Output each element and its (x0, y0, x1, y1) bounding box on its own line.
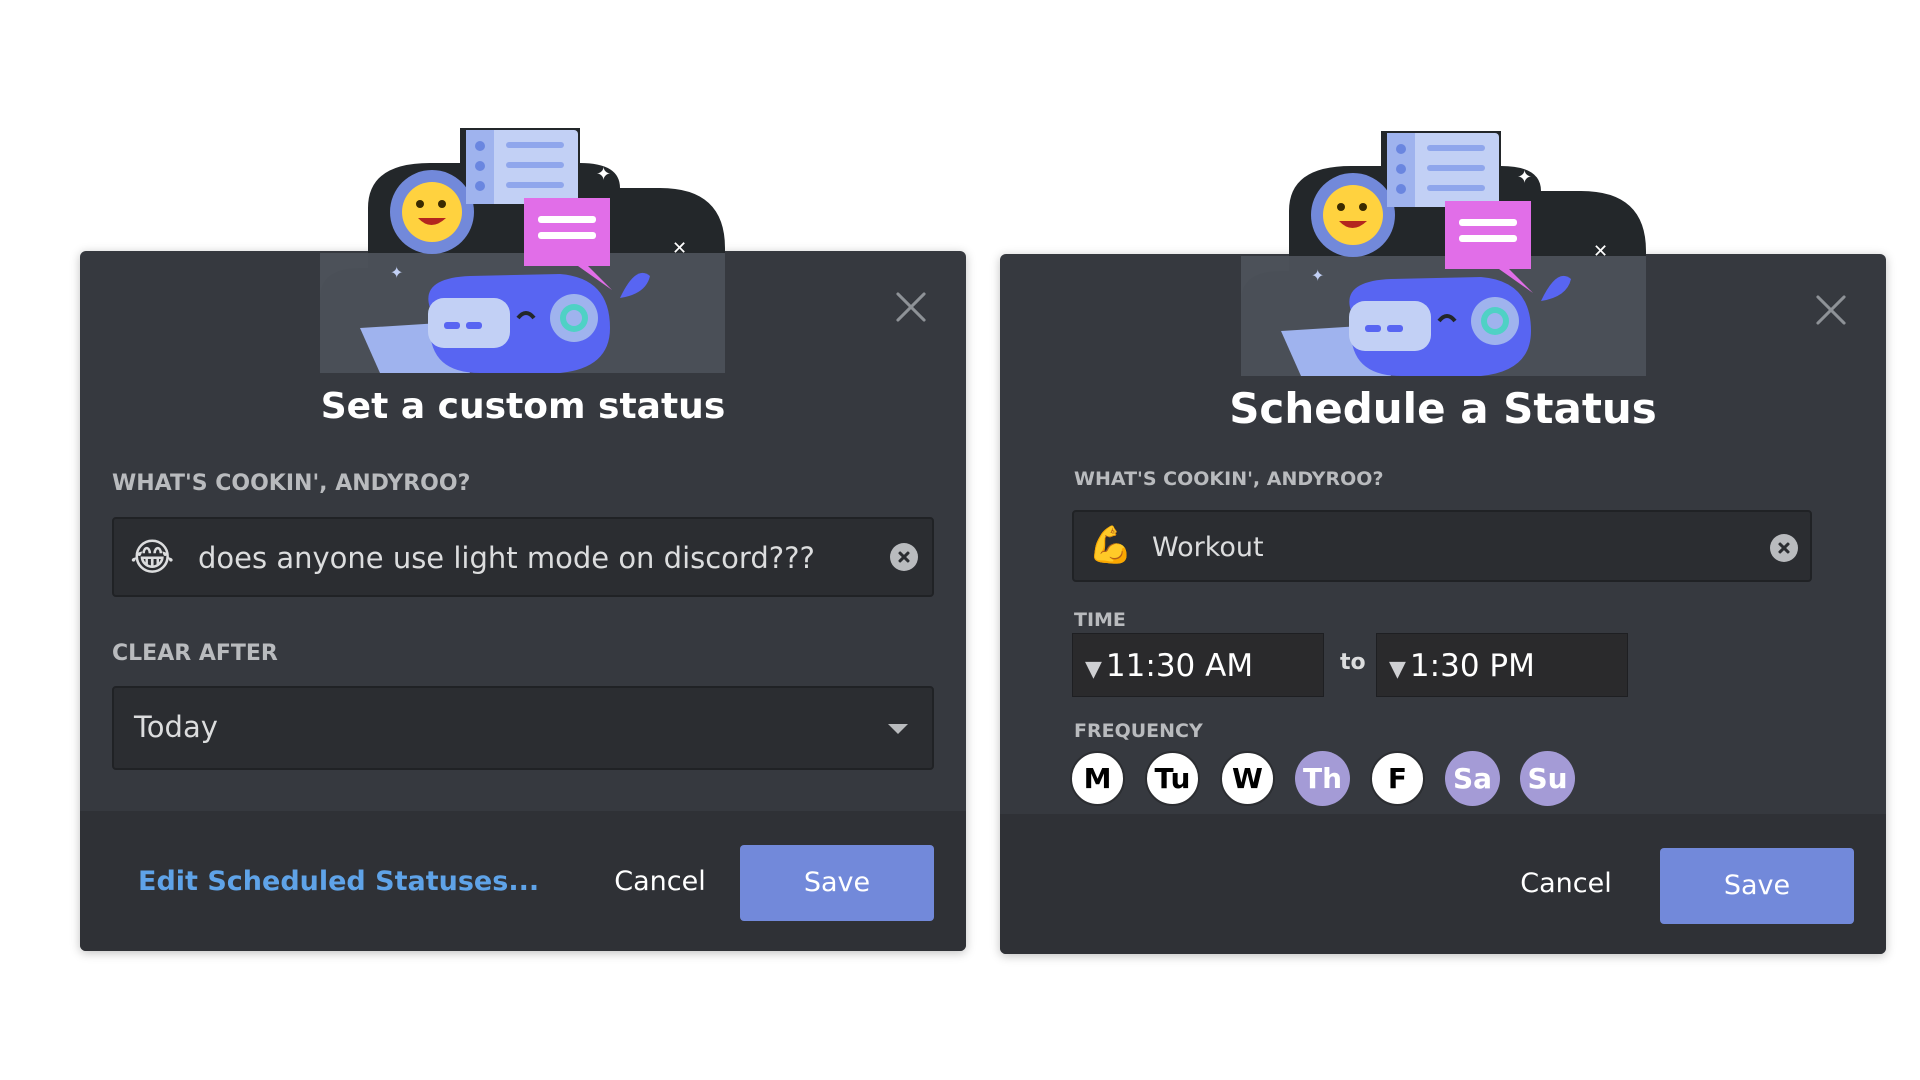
time-label: TIME (1074, 609, 1126, 631)
save-button[interactable]: Save (1660, 848, 1854, 924)
clear-status-icon[interactable] (1770, 534, 1798, 562)
frequency-label: FREQUENCY (1074, 720, 1203, 742)
clear-after-select[interactable]: Today (112, 686, 934, 770)
day-friday[interactable]: F (1370, 751, 1425, 806)
day-wednesday[interactable]: W (1220, 751, 1275, 806)
dialog-title: Schedule a Status (1229, 384, 1657, 433)
svg-text:✕: ✕ (1593, 241, 1608, 262)
time-end-value: 1:30 PM (1409, 648, 1535, 684)
day-monday[interactable]: M (1070, 751, 1125, 806)
time-start-value: 11:30 AM (1105, 648, 1254, 684)
svg-text:✦: ✦ (1311, 266, 1324, 285)
day-saturday[interactable]: Sa (1445, 751, 1500, 806)
time-separator: to (1340, 650, 1366, 675)
triangle-down-icon: ▼ (1389, 657, 1406, 682)
clear-after-label: CLEAR AFTER (112, 641, 278, 666)
close-icon[interactable] (1811, 290, 1851, 330)
cancel-button[interactable]: Cancel (1506, 868, 1626, 899)
dialog-title: Set a custom status (320, 386, 726, 427)
svg-text:✕: ✕ (672, 238, 687, 259)
svg-text:✦: ✦ (390, 263, 403, 282)
status-illustration: ✦ ✕ ✦ (320, 128, 725, 373)
status-label: WHAT'S COOKIN', ANDYROO? (1074, 468, 1384, 490)
close-icon[interactable] (891, 287, 931, 327)
chevron-down-icon (888, 724, 908, 734)
save-button[interactable]: Save (740, 845, 934, 921)
svg-text:✦: ✦ (596, 164, 611, 185)
edit-scheduled-statuses-link[interactable]: Edit Scheduled Statuses... (138, 866, 539, 897)
status-input[interactable]: 💪 Workout (1072, 510, 1812, 582)
status-text: does anyone use light mode on discord??? (198, 541, 815, 575)
time-start-select[interactable]: ▼ 11:30 AM (1072, 633, 1324, 697)
triangle-down-icon: ▼ (1085, 657, 1102, 682)
clear-status-icon[interactable] (890, 543, 918, 571)
day-thursday[interactable]: Th (1295, 751, 1350, 806)
status-illustration: ✦ ✕ ✦ (1241, 131, 1646, 376)
status-label: WHAT'S COOKIN', ANDYROO? (112, 471, 471, 496)
flexed-biceps-emoji-icon[interactable]: 💪 (1088, 524, 1133, 566)
status-input[interactable]: 😂 does anyone use light mode on discord?… (112, 517, 934, 597)
joy-emoji-icon[interactable]: 😂 (130, 535, 174, 579)
status-text: Workout (1152, 532, 1264, 563)
time-end-select[interactable]: ▼ 1:30 PM (1376, 633, 1628, 697)
cancel-button[interactable]: Cancel (600, 866, 720, 897)
day-tuesday[interactable]: Tu (1145, 751, 1200, 806)
clear-after-value: Today (134, 710, 218, 744)
svg-text:✦: ✦ (1517, 167, 1532, 188)
day-sunday[interactable]: Su (1520, 751, 1575, 806)
